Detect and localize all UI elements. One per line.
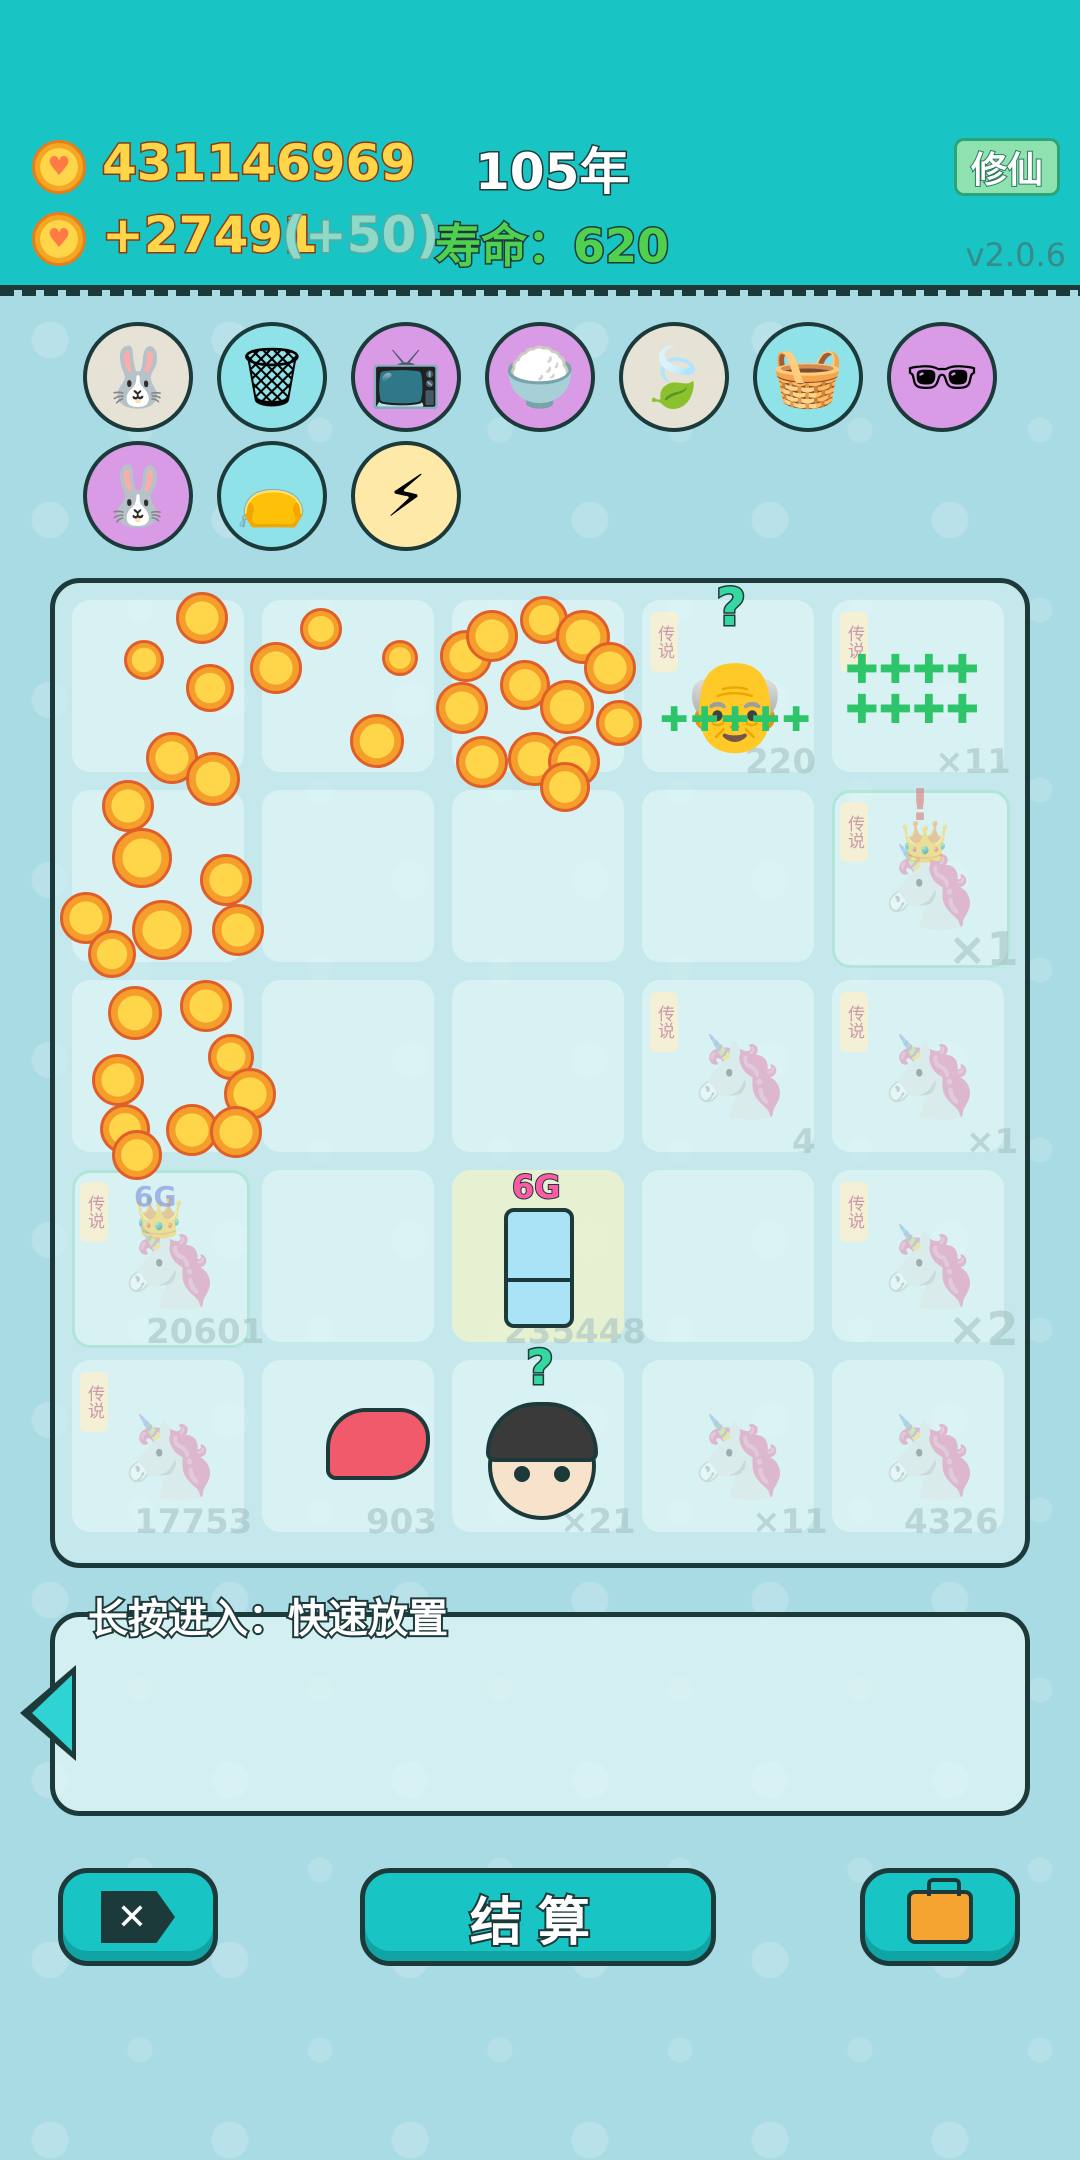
year-display: 105年	[473, 142, 630, 203]
question-mark-icon: ?	[714, 577, 747, 640]
rice-bowl-icon[interactable]: 🍚	[485, 322, 595, 432]
cell-count: 903	[366, 1502, 437, 1542]
xiuxian-button[interactable]: 修仙	[954, 138, 1060, 196]
coin-total: 431146969	[100, 133, 416, 194]
cancel-button[interactable]: ✕	[58, 1868, 218, 1966]
legend-tag: 传说	[840, 992, 868, 1052]
lifespan-label: 寿命：	[434, 218, 575, 275]
question-mark-icon: ?	[525, 1339, 556, 1398]
close-icon: ✕	[101, 1891, 175, 1943]
trash-bag-icon[interactable]: 🗑	[217, 322, 327, 432]
unicorn-icon: 🦄	[690, 1410, 790, 1503]
player-character[interactable]	[484, 1402, 600, 1522]
legend-tag: 传说	[80, 1372, 108, 1432]
cell-count: ×1	[966, 1122, 1019, 1162]
cell-count: ×1	[948, 922, 1019, 976]
lightning-icon[interactable]: ⚡	[351, 441, 461, 551]
briefcase-icon	[907, 1878, 973, 1944]
board-cell[interactable]	[262, 980, 434, 1152]
cell-count: 4	[792, 1122, 816, 1162]
cell-count: ×11	[935, 742, 1011, 782]
board-cell[interactable]	[642, 1170, 814, 1342]
coin-income-icon: ♥	[32, 212, 86, 266]
sparkle-effect: ✚✚✚✚✚	[660, 700, 813, 740]
fridge-icon[interactable]	[504, 1208, 574, 1328]
sack-icon[interactable]: 👝	[217, 441, 327, 551]
crown-icon: 👑	[900, 819, 950, 865]
unicorn-icon: 🦄	[120, 1410, 220, 1503]
liver-icon[interactable]	[326, 1408, 430, 1480]
coin-icon: ♥	[32, 140, 86, 194]
cell-count: 20601	[146, 1312, 265, 1352]
placement-hint: 长按进入：快速放置	[86, 1594, 450, 1644]
legend-tag: 传说	[650, 992, 678, 1052]
unicorn-icon: 🦄	[880, 1030, 980, 1123]
unicorn-icon: 🦄	[880, 1220, 980, 1313]
fridge-label: 6G	[511, 1167, 562, 1207]
fruit-basket-icon[interactable]: 🧺	[753, 322, 863, 432]
glasses-icon[interactable]: 🕶	[887, 322, 997, 432]
cell-count: 4326	[904, 1502, 999, 1542]
version-label: v2.0.6	[965, 236, 1066, 274]
rabbit-icon[interactable]: 🐰	[83, 322, 193, 432]
legend-tag: 传说	[840, 1182, 868, 1242]
board-cell[interactable]	[262, 790, 434, 962]
board-cell[interactable]	[642, 790, 814, 962]
income-bonus: (+50)	[280, 205, 440, 266]
settle-button-label: 结算	[468, 1891, 606, 1955]
board-cell[interactable]	[262, 1170, 434, 1342]
sparkle-effect: ✚✚✚✚ ✚✚✚✚	[845, 647, 980, 733]
unicorn-icon: 🦄	[880, 1410, 980, 1503]
lifespan-value: 620	[571, 218, 670, 275]
legend-tag: 传说	[840, 802, 868, 862]
settle-button[interactable]: 结算	[360, 1868, 716, 1966]
tv-icon[interactable]: 📺	[351, 322, 461, 432]
ghost-label: 6G	[134, 1180, 177, 1213]
legend-tag: 传说	[650, 612, 678, 672]
inventory-button[interactable]	[860, 1868, 1020, 1966]
lifespan-display: 寿命：620	[434, 210, 671, 276]
legend-tag: 传说	[80, 1182, 108, 1242]
left-arrow-button[interactable]	[20, 1665, 76, 1761]
unicorn-icon: 🦄	[690, 1030, 790, 1123]
top-bar-divider	[0, 290, 1080, 296]
cell-count: ×2	[948, 1302, 1019, 1356]
board-cell[interactable]	[452, 790, 624, 962]
cell-count: ×11	[752, 1502, 828, 1542]
cell-count: 17753	[134, 1502, 253, 1542]
leaf-icon[interactable]: 🍃	[619, 322, 729, 432]
rabbit-icon[interactable]: 🐰	[83, 441, 193, 551]
board-cell[interactable]	[452, 980, 624, 1152]
